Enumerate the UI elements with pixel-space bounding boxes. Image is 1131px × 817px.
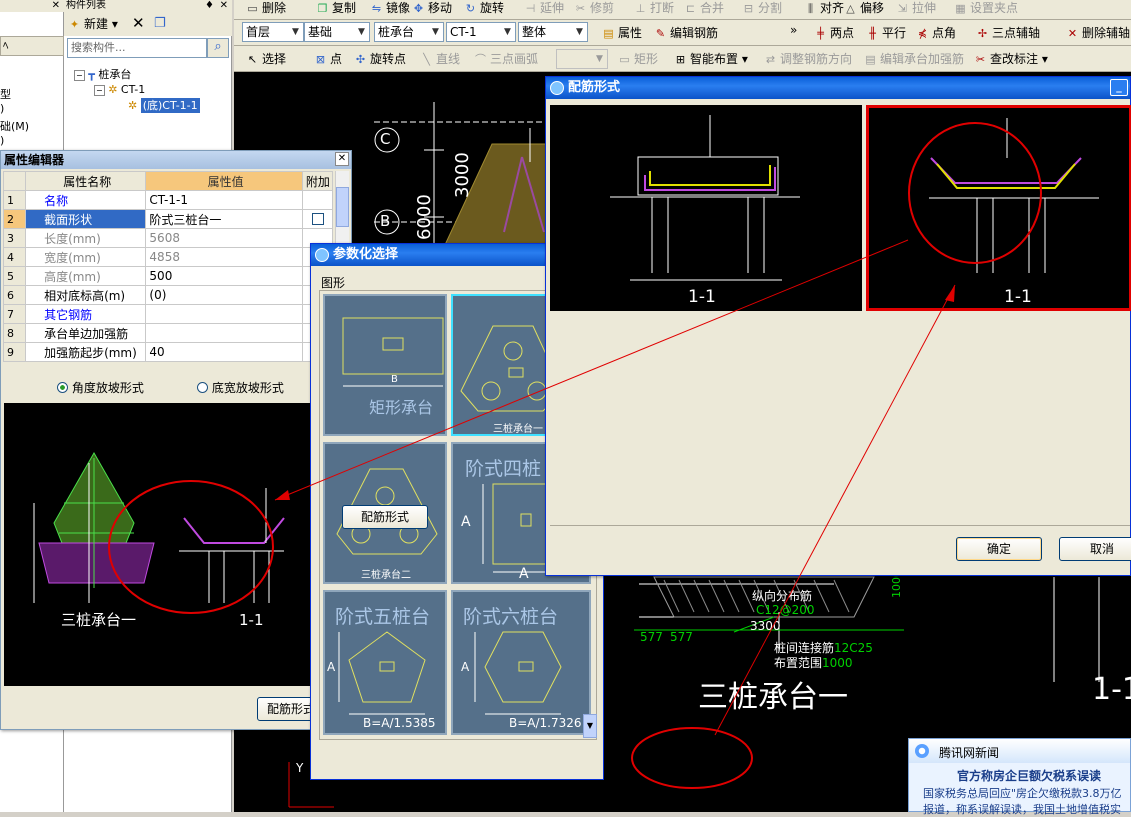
news-source: 腾讯网新闻	[939, 746, 1000, 760]
news-source-icon	[915, 744, 929, 758]
news-headline[interactable]: 官方称房企巨额欠税系误读	[957, 767, 1101, 784]
news-header: 腾讯网新闻	[909, 739, 1130, 763]
news-popup[interactable]: 腾讯网新闻 官方称房企巨额欠税系误读 国家税务总局回应"房企欠缴税款3.8万亿 …	[908, 738, 1131, 816]
annotation-arrows	[274, 239, 956, 789]
news-body[interactable]: 国家税务总局回应"房企欠缴税款3.8万亿	[923, 785, 1122, 801]
news-body-2[interactable]: 报道，称系误解误读，我国土地增值税实	[923, 801, 1121, 817]
